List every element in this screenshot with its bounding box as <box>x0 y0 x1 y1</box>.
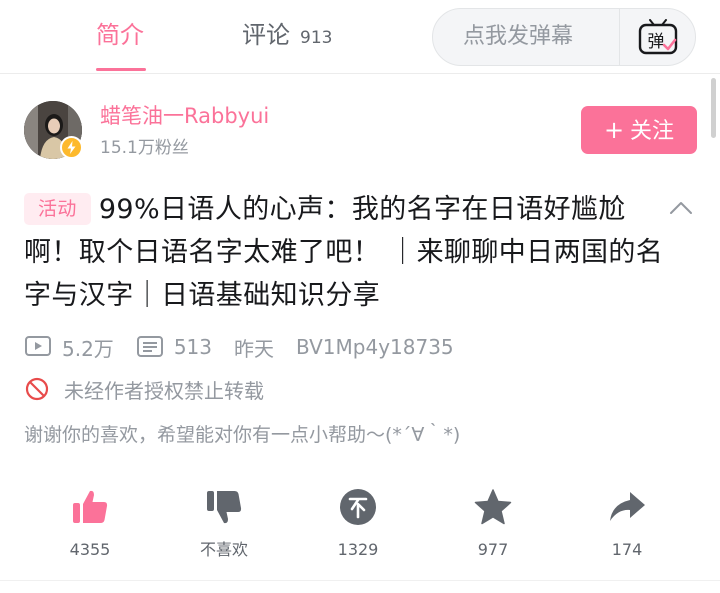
forbidden-icon <box>25 377 49 401</box>
danmaku-divider <box>619 9 620 65</box>
coin-icon <box>340 489 376 525</box>
follow-button[interactable]: + 关注 <box>581 106 697 154</box>
play-count-icon <box>25 336 51 356</box>
activity-tag[interactable]: 活动 <box>24 193 91 225</box>
divider <box>0 580 720 581</box>
video-title-block: 活动 99%日语人的心声：我的名字在日语好尴尬啊！取个日语名字太难了吧！ ｜来聊聊… <box>24 188 674 317</box>
author-name[interactable]: 蜡笔油一Rabbyui <box>100 101 269 131</box>
star-icon <box>474 489 512 525</box>
thumbs-down-icon <box>207 491 242 524</box>
danmaku-count: 513 <box>173 335 212 359</box>
favorite-count: 977 <box>477 540 509 559</box>
tab-comments[interactable]: 评论 913 <box>242 18 332 55</box>
video-stats: 5.2万 513 昨天 BV1Mp4y18735 <box>24 332 454 362</box>
tab-intro-label: 简介 <box>96 21 144 49</box>
publish-date: 昨天 <box>234 336 274 361</box>
danmaku-tv-icon: 弹 <box>638 19 678 55</box>
share-button[interactable]: 174 <box>577 487 677 561</box>
share-arrow-icon <box>610 492 645 521</box>
danmaku-count-icon <box>136 336 163 357</box>
verified-badge-icon <box>60 136 83 159</box>
danmaku-toggle-button[interactable]: 弹 <box>637 19 679 57</box>
danmaku-toggle-label: 弹 <box>648 32 665 52</box>
chevron-up-icon[interactable] <box>668 198 694 218</box>
tab-bar: 简介 评论 913 点我发弹幕 弹 <box>0 0 720 74</box>
dislike-label: 不喜欢 <box>199 540 248 559</box>
favorite-button[interactable]: 977 <box>443 487 543 561</box>
video-description: 谢谢你的喜欢，希望能对你有一点小帮助～(*´∀｀*) <box>24 424 461 446</box>
coin-count: 1329 <box>337 540 379 559</box>
video-title: 99%日语人的心声：我的名字在日语好尴尬啊！取个日语名字太难了吧！ ｜来聊聊中日… <box>24 194 664 311</box>
danmaku-input[interactable]: 点我发弹幕 弹 <box>432 8 696 66</box>
dislike-button[interactable]: 不喜欢 <box>174 487 274 561</box>
bvid: BV1Mp4y18735 <box>296 335 454 359</box>
repost-notice: 未经作者授权禁止转载 <box>24 374 264 404</box>
comment-count: 913 <box>300 28 333 48</box>
tab-comments-label: 评论 <box>242 21 290 49</box>
follow-button-label: 关注 <box>630 119 675 144</box>
plus-icon: + <box>603 116 625 144</box>
coin-button[interactable]: 1329 <box>308 487 408 561</box>
view-count: 5.2万 <box>62 336 114 361</box>
tab-active-indicator <box>96 68 146 71</box>
share-count: 174 <box>611 540 643 559</box>
thumbs-up-icon <box>73 490 108 523</box>
like-button[interactable]: 4355 <box>40 487 140 561</box>
like-count: 4355 <box>69 540 111 559</box>
repost-notice-text: 未经作者授权禁止转载 <box>64 378 264 403</box>
danmaku-placeholder: 点我发弹幕 <box>463 24 574 49</box>
scrollbar[interactable] <box>711 78 716 138</box>
follower-count: 15.1万粉丝 <box>100 138 189 158</box>
tab-intro[interactable]: 简介 <box>96 18 146 71</box>
